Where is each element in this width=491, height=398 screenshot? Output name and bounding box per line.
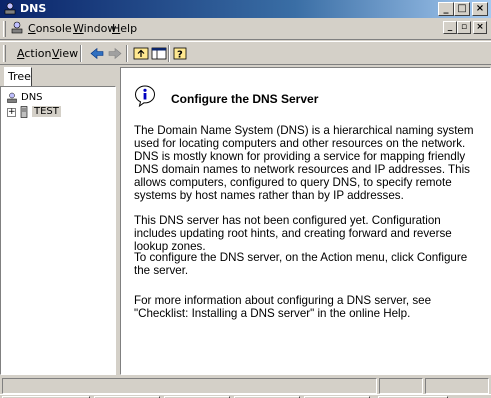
menu-help[interactable]: Help: [112, 22, 137, 35]
menu-window[interactable]: Window: [73, 22, 116, 35]
expand-toggle[interactable]: +: [7, 108, 16, 117]
menu-help-label: Help: [112, 22, 138, 35]
help-icon[interactable]: ?: [172, 45, 190, 62]
menu-console-label: Console: [28, 22, 72, 35]
console-icon: [11, 21, 23, 34]
toolbar-grip[interactable]: [3, 45, 6, 62]
taskbar: [0, 394, 491, 398]
view-menu[interactable]: View: [52, 47, 78, 60]
toolbar-separator-3: [168, 45, 170, 62]
status-panel-main: [2, 378, 377, 394]
status-panel-2: [379, 378, 423, 394]
child-minimize-button[interactable]: _: [443, 21, 457, 34]
window-title: DNS: [20, 2, 47, 15]
description-paragraph: The Domain Name System (DNS) is a hierar…: [134, 124, 474, 202]
action-menu-label: Action: [17, 47, 52, 60]
back-arrow-icon[interactable]: [88, 45, 106, 62]
menubar-grip[interactable]: [3, 21, 6, 37]
page-heading: Configure the DNS Server: [171, 92, 319, 106]
status-paragraph: This DNS server has not been configured …: [134, 214, 452, 253]
dns-root-icon: [7, 92, 17, 103]
child-close-button[interactable]: ×: [473, 21, 487, 34]
view-menu-label: View: [52, 47, 79, 60]
menu-console[interactable]: Console: [28, 22, 72, 35]
info-icon: [134, 85, 156, 108]
up-one-level-icon[interactable]: [132, 45, 150, 62]
child-restore-button[interactable]: ▫: [457, 21, 471, 34]
title-bar[interactable]: DNS _ □ ×: [0, 0, 491, 18]
action-menu[interactable]: Action: [17, 47, 51, 60]
maximize-button[interactable]: □: [454, 2, 470, 16]
minimize-button[interactable]: _: [438, 2, 454, 16]
toolbar-separator: [80, 45, 82, 62]
menu-window-label: Window: [73, 22, 117, 35]
help-paragraph: For more information about configuring a…: [134, 294, 432, 320]
show-hide-tree-icon[interactable]: [150, 45, 168, 62]
tree-item-test-label: TEST: [32, 106, 61, 117]
close-button[interactable]: ×: [472, 2, 488, 16]
tree-pane[interactable]: DNS + TEST: [0, 86, 116, 375]
forward-arrow-icon[interactable]: [106, 45, 124, 62]
dns-app-icon: [4, 2, 16, 15]
tab-tree[interactable]: Tree: [4, 67, 32, 87]
toolbar: Action View ?: [0, 41, 491, 65]
tab-tree-label: Tree: [8, 70, 31, 83]
status-panel-3: [425, 378, 489, 394]
toolbar-separator-2: [126, 45, 128, 62]
content-pane: Configure the DNS Server The Domain Name…: [120, 67, 491, 375]
instruction-paragraph: To configure the DNS server, on the Acti…: [134, 251, 468, 277]
tree-item-dns-label: DNS: [21, 92, 43, 103]
status-bar: [0, 377, 491, 395]
svg-text:?: ?: [177, 50, 183, 61]
server-icon: [20, 106, 28, 118]
menu-bar: Console Window Help _ ▫ ×: [0, 18, 491, 40]
